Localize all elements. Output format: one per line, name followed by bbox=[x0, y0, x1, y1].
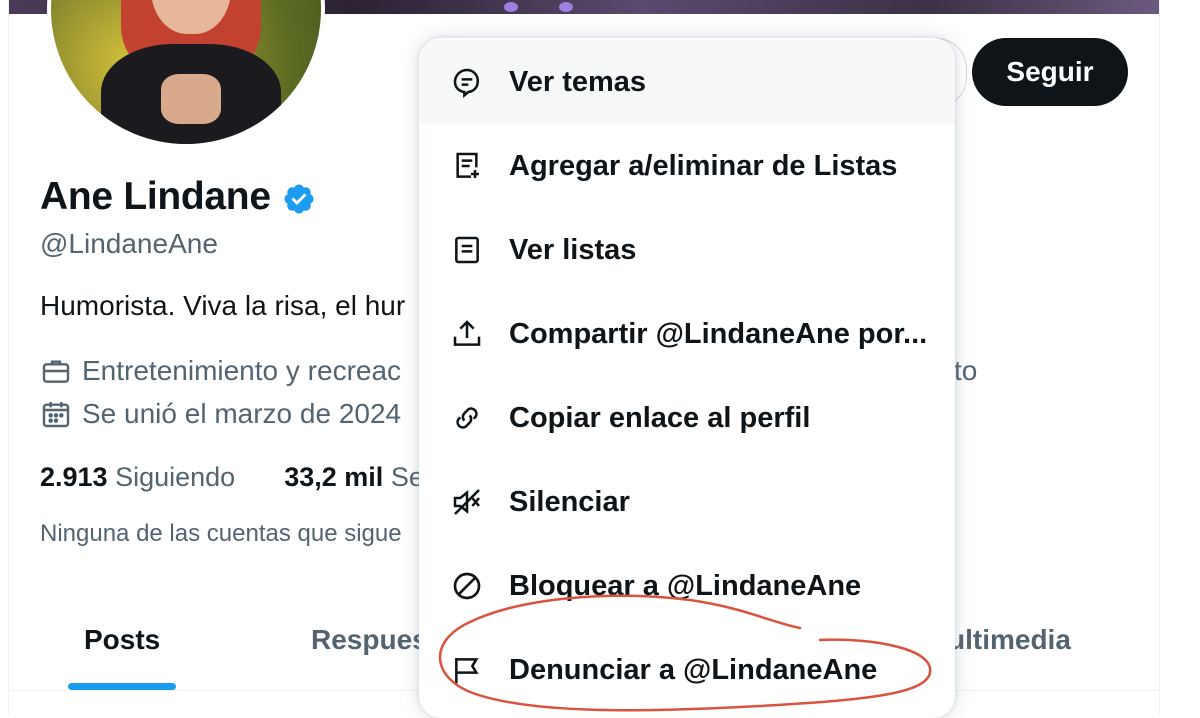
menu-item-view-topics[interactable]: Ver temas bbox=[419, 40, 955, 124]
topic-icon bbox=[453, 68, 479, 98]
block-icon bbox=[453, 572, 481, 600]
menu-item-label: Compartir @LindaneAne por... bbox=[509, 317, 928, 350]
menu-item-copy-link[interactable]: Copiar enlace al perfil bbox=[419, 376, 955, 460]
verified-badge-icon[interactable] bbox=[282, 182, 316, 216]
list-icon bbox=[455, 236, 479, 264]
following-count: 2.913 bbox=[40, 462, 108, 492]
menu-item-label: Ver temas bbox=[509, 65, 647, 98]
briefcase-icon bbox=[42, 360, 70, 383]
menu-item-view-lists[interactable]: Ver listas bbox=[419, 208, 955, 292]
category-text: Entretenimiento y recreac bbox=[82, 355, 402, 386]
active-tab-indicator bbox=[68, 683, 176, 690]
menu-item-label: Silenciar bbox=[509, 485, 630, 518]
avatar[interactable] bbox=[47, 0, 325, 148]
menu-item-label: Copiar enlace al perfil bbox=[509, 401, 811, 434]
calendar-icon bbox=[42, 402, 70, 428]
menu-item-report[interactable]: Denunciar a @LindaneAne bbox=[419, 628, 955, 712]
joined-text: Se unió el marzo de 2024 bbox=[82, 398, 402, 429]
following-link[interactable]: 2.913 Siguiendo bbox=[40, 462, 235, 492]
menu-item-label: Bloquear a @LindaneAne bbox=[509, 569, 862, 602]
menu-item-mute[interactable]: Silenciar bbox=[419, 460, 955, 544]
profile-joined: Se unió el marzo de 2024 bbox=[40, 398, 401, 430]
profile-handle: @LindaneAne bbox=[40, 228, 218, 259]
profile-category: Entretenimiento y recreac bbox=[40, 355, 401, 387]
link-icon bbox=[456, 407, 478, 429]
menu-item-block[interactable]: Bloquear a @LindaneAne bbox=[419, 544, 955, 628]
menu-item-share[interactable]: Compartir @LindaneAne por... bbox=[419, 292, 955, 376]
tab-media[interactable]: ultimedia bbox=[948, 624, 1071, 656]
menu-item-label: Agregar a/eliminar de Listas bbox=[509, 149, 898, 182]
more-options-menu: Ver temas Agregar a/eliminar de Listas V… bbox=[419, 38, 955, 718]
avatar-skin bbox=[161, 74, 221, 124]
menu-item-label: Denunciar a @LindaneAne bbox=[509, 653, 878, 686]
flag-icon bbox=[455, 658, 479, 684]
follow-stats: 2.913 Siguiendo 33,2 mil Se bbox=[40, 462, 424, 493]
followers-link[interactable]: 33,2 mil Se bbox=[284, 462, 424, 492]
tab-replies[interactable]: Respues bbox=[311, 624, 428, 656]
mute-icon bbox=[453, 489, 480, 515]
menu-item-add-remove-lists[interactable]: Agregar a/eliminar de Listas bbox=[419, 124, 955, 208]
followers-count: 33,2 mil bbox=[284, 462, 384, 492]
list-add-icon bbox=[456, 152, 479, 178]
banner-light bbox=[559, 2, 573, 12]
following-label: Siguiendo bbox=[115, 462, 236, 492]
banner-light bbox=[504, 2, 518, 12]
tab-posts[interactable]: Posts bbox=[84, 624, 160, 656]
menu-item-label: Ver listas bbox=[509, 233, 637, 266]
display-name: Ane Lindane bbox=[40, 175, 271, 218]
follow-button[interactable]: Seguir bbox=[972, 38, 1128, 106]
profile-bio: Humorista. Viva la risa, el hur bbox=[40, 290, 406, 321]
share-icon bbox=[453, 320, 481, 346]
followers-you-know: Ninguna de las cuentas que sigue bbox=[40, 520, 402, 547]
